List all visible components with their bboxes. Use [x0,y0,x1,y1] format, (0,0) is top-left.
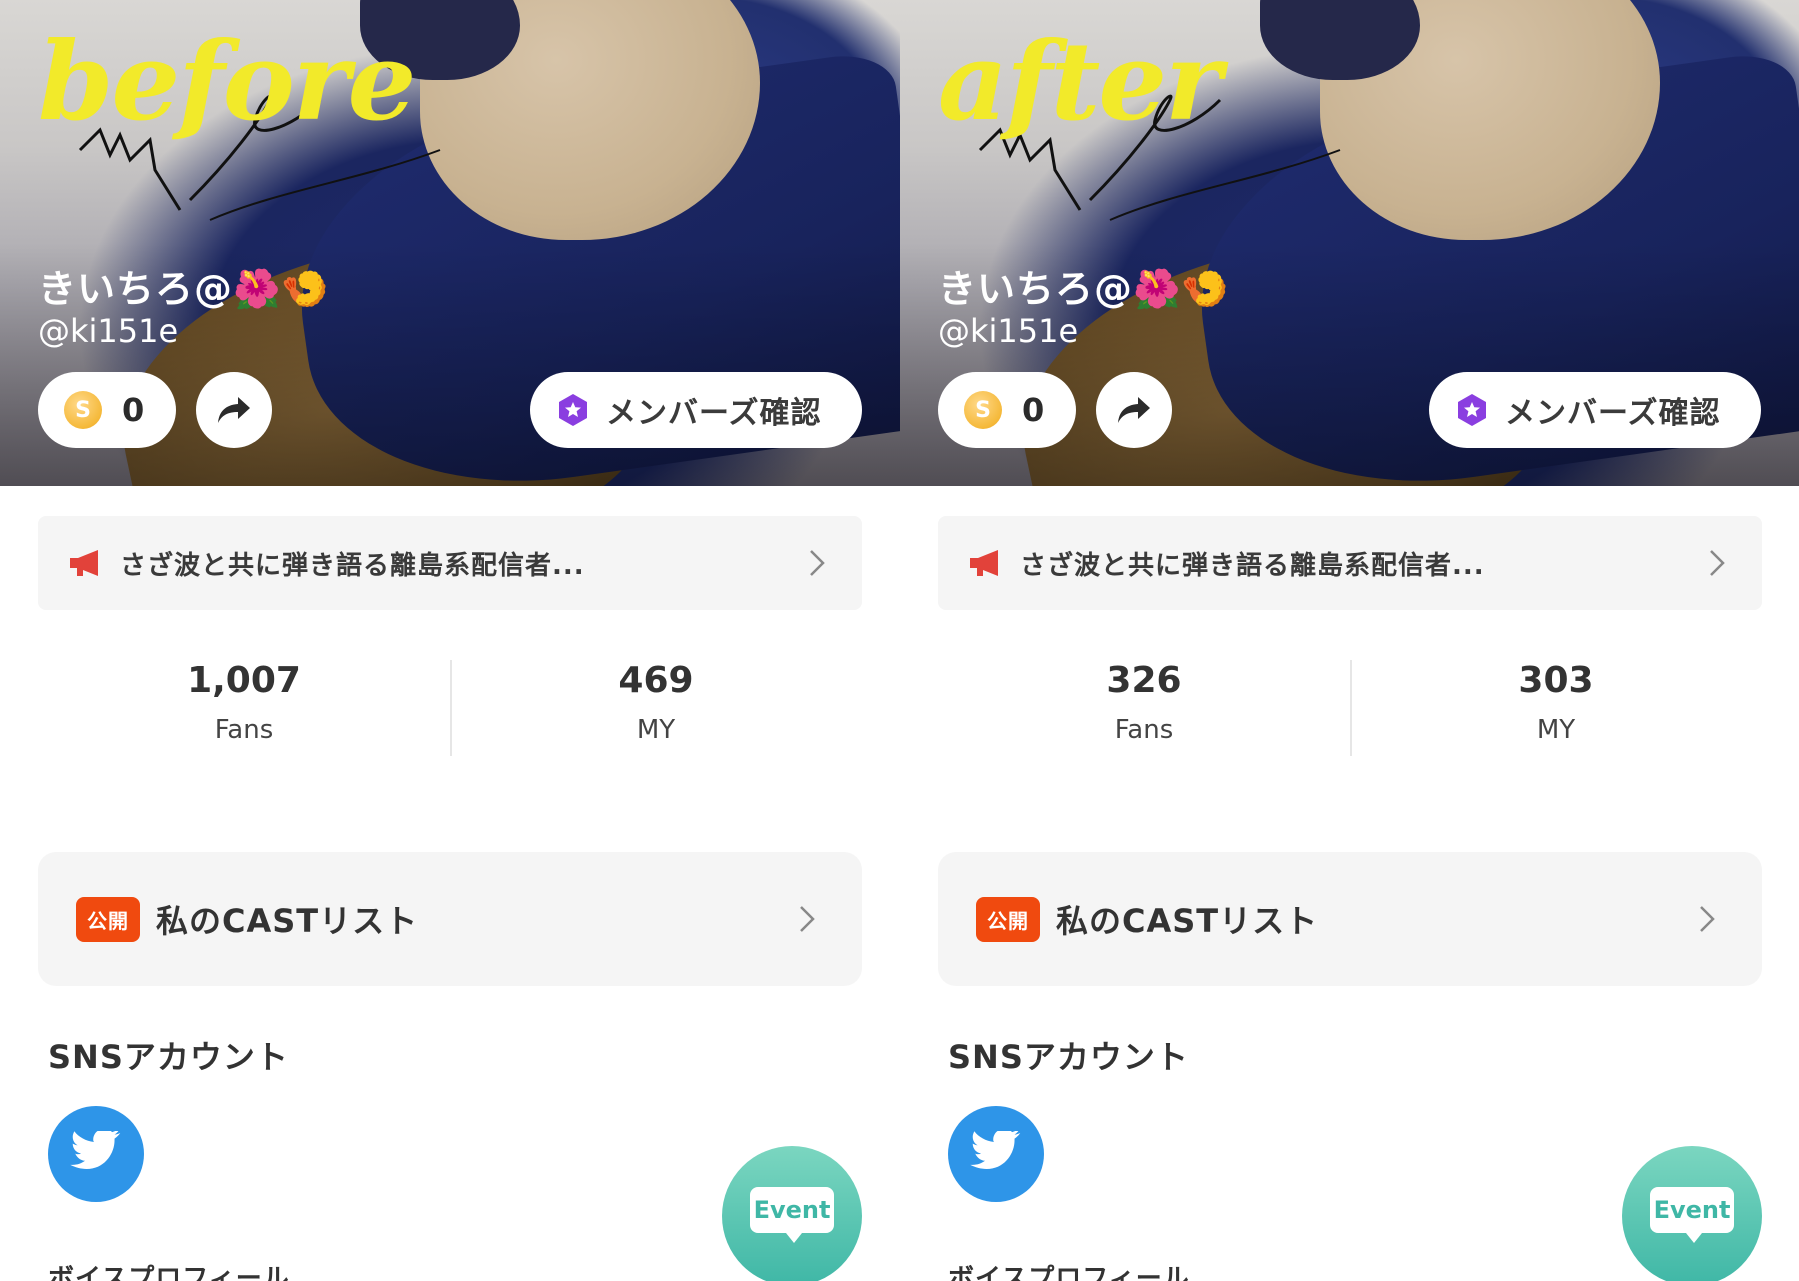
coin-balance-button[interactable]: S 0 [38,372,176,448]
fans-count: 326 [1106,660,1182,701]
chevron-right-icon [1700,906,1715,932]
members-confirm-button[interactable]: メンバーズ確認 [530,372,862,448]
event-label: Event [1653,1196,1731,1224]
profile-panel-after: after きいちろ@🌺🍤 @ki151e S 0 メンバーズ確認 さざ波と共に… [900,0,1799,1281]
event-button[interactable]: Event [1622,1146,1762,1281]
cover-image: before きいちろ@🌺🍤 @ki151e S 0 メンバーズ確認 [0,0,900,486]
megaphone-icon [70,550,98,576]
coin-count: 0 [122,391,145,429]
profile-panel-before: before きいちろ@🌺🍤 @ki151e S 0 メンバーズ確認 さざ波と共… [0,0,900,1281]
fans-label: Fans [214,715,274,745]
my-count: 469 [618,660,694,701]
members-confirm-label: メンバーズ確認 [606,396,822,431]
members-badge-icon [1458,394,1486,426]
cast-list-card[interactable]: 公開 私のCASTリスト [938,852,1762,986]
stats-row: 1,007 Fans 469 MY [38,660,862,756]
sns-section-heading: SNSアカウント [48,1038,289,1076]
fans-count: 1,007 [187,660,301,701]
public-badge: 公開 [76,896,140,942]
chevron-right-icon [800,906,815,932]
my-label: MY [1536,715,1576,745]
voice-profile-heading: ボイスプロフィール [48,1264,290,1281]
comparison-page: before きいちろ@🌺🍤 @ki151e S 0 メンバーズ確認 さざ波と共… [0,0,1799,1281]
overlay-label: after [938,19,1222,145]
twitter-link[interactable] [48,1106,144,1202]
chevron-right-icon [810,550,825,576]
announcement-bar[interactable]: さざ波と共に弾き語る離島系配信者... [938,516,1762,610]
display-name: きいちろ@🌺🍤 [38,267,330,311]
share-icon [1118,397,1150,423]
cast-list-card[interactable]: 公開 私のCASTリスト [38,852,862,986]
cover-image: after きいちろ@🌺🍤 @ki151e S 0 メンバーズ確認 [900,0,1799,486]
cast-list-title: 私のCASTリスト [1056,902,1319,940]
user-handle: @ki151e [38,312,179,350]
sns-section-heading: SNSアカウント [948,1038,1189,1076]
voice-profile-heading: ボイスプロフィール [948,1264,1190,1281]
coin-count: 0 [1022,391,1045,429]
my-label: MY [636,715,676,745]
coin-balance-button[interactable]: S 0 [938,372,1076,448]
public-badge: 公開 [976,896,1040,942]
members-confirm-button[interactable]: メンバーズ確認 [1429,372,1761,448]
user-handle: @ki151e [938,312,1079,350]
my-count: 303 [1518,660,1594,701]
event-icon: Event [750,1187,834,1243]
members-confirm-label: メンバーズ確認 [1505,396,1721,431]
coin-icon: S [964,391,1002,429]
announcement-bar[interactable]: さざ波と共に弾き語る離島系配信者... [38,516,862,610]
share-button[interactable] [1096,372,1172,448]
share-button[interactable] [196,372,272,448]
fans-stat[interactable]: 1,007 Fans [38,660,450,745]
announcement-text: さざ波と共に弾き語る離島系配信者... [120,550,585,581]
overlay-label: before [38,19,416,145]
event-icon: Event [1650,1187,1734,1243]
members-badge-icon [559,394,587,426]
cast-list-title: 私のCASTリスト [156,902,419,940]
twitter-icon [70,1131,121,1169]
fans-label: Fans [1114,715,1174,745]
twitter-link[interactable] [948,1106,1044,1202]
announcement-text: さざ波と共に弾き語る離島系配信者... [1020,550,1485,581]
chevron-right-icon [1710,550,1725,576]
event-button[interactable]: Event [722,1146,862,1281]
my-stat[interactable]: 303 MY [1350,660,1762,745]
coin-icon: S [64,391,102,429]
fans-stat[interactable]: 326 Fans [938,660,1350,745]
share-icon [218,397,250,423]
twitter-icon [970,1131,1021,1169]
event-label: Event [753,1196,831,1224]
megaphone-icon [970,550,998,576]
display-name: きいちろ@🌺🍤 [938,267,1230,311]
stats-row: 326 Fans 303 MY [938,660,1762,756]
my-stat[interactable]: 469 MY [450,660,862,745]
